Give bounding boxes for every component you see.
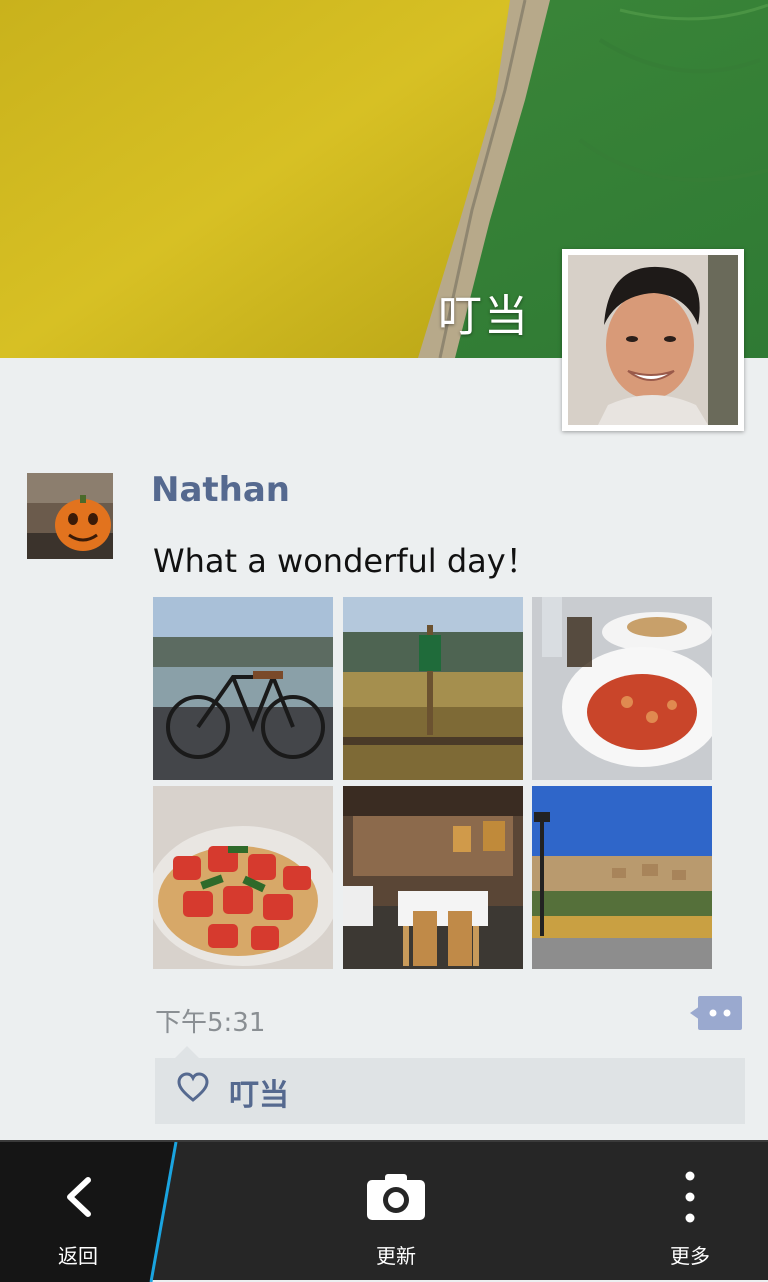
post-timestamp: 下午5:31 <box>155 1008 266 1038</box>
back-button[interactable]: 返回 <box>0 1142 156 1282</box>
comment-button[interactable] <box>690 996 742 1030</box>
back-label: 返回 <box>58 1244 98 1268</box>
post-text: What a wonderful day！ <box>153 542 538 580</box>
update-label: 更新 <box>376 1244 416 1268</box>
profile-owner-name: 叮当 <box>438 291 530 342</box>
vertical-dots-icon <box>685 1171 695 1223</box>
pumpkin-avatar-image <box>27 473 113 559</box>
post-author-avatar[interactable] <box>27 473 113 559</box>
photo-restaurant-interior[interactable] <box>343 786 523 969</box>
photo-bicycle-lake[interactable] <box>153 597 333 780</box>
chevron-left-icon <box>67 1177 91 1217</box>
action-bar: 返回 更新 更多 <box>0 1140 768 1282</box>
camera-icon <box>367 1174 425 1220</box>
profile-avatar-image <box>568 255 738 425</box>
heart-outline-icon[interactable] <box>177 1072 209 1104</box>
more-button[interactable]: 更多 <box>630 1142 750 1282</box>
photo-grid <box>153 597 712 969</box>
post-author-name[interactable]: Nathan <box>151 470 290 510</box>
comment-bubble-icon <box>690 996 742 1030</box>
more-label: 更多 <box>670 1244 710 1268</box>
likes-names[interactable]: 叮当 <box>229 1070 289 1114</box>
profile-avatar[interactable] <box>562 249 744 431</box>
likes-pointer <box>175 1046 199 1058</box>
likes-panel: 叮当 <box>155 1058 745 1124</box>
photo-hillside-town[interactable] <box>532 786 712 969</box>
photo-tomato-bruschetta[interactable] <box>153 786 333 969</box>
photo-meadow-sign[interactable] <box>343 597 523 780</box>
photo-pasta-plate[interactable] <box>532 597 712 780</box>
update-button[interactable]: 更新 <box>316 1142 476 1282</box>
